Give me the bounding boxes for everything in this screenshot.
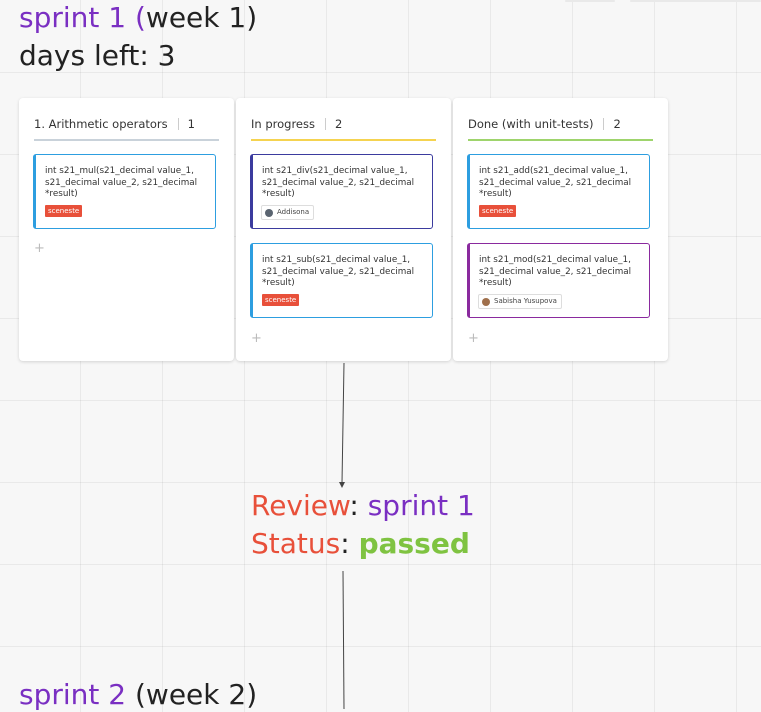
column-header: 1. Arithmetic operators 1 xyxy=(34,109,219,139)
status-colon: : xyxy=(340,527,359,560)
card-assignee[interactable]: Addisona xyxy=(261,205,315,220)
task-card[interactable]: int s21_sub(s21_decimal value_1, s21_dec… xyxy=(250,243,433,318)
kanban-column-in-progress[interactable]: In progress 2 int s21_div(s21_decimal va… xyxy=(236,98,451,361)
review-label: Review xyxy=(251,489,350,522)
column-count: 2 xyxy=(613,117,621,131)
add-card-button[interactable]: + xyxy=(468,332,479,345)
card-tag[interactable]: sceneste xyxy=(479,205,517,217)
task-card[interactable]: int s21_mul(s21_decimal value_1, s21_dec… xyxy=(33,154,216,229)
task-card[interactable]: int s21_mod(s21_decimal value_1, s21_dec… xyxy=(467,243,650,318)
connector-arrowhead xyxy=(339,482,345,488)
column-title: Done (with unit-tests) xyxy=(468,117,594,131)
avatar xyxy=(482,297,490,306)
avatar xyxy=(265,208,273,217)
card-tag[interactable]: sceneste xyxy=(262,294,300,306)
column-title: 1. Arithmetic operators xyxy=(34,117,168,131)
column-count: 2 xyxy=(334,117,343,131)
column-header: In progress 2 xyxy=(251,109,436,139)
review-line: Review: sprint 1 xyxy=(251,489,475,523)
card-assignee[interactable]: Sabisha Yusupova xyxy=(478,294,562,309)
add-card-button[interactable]: + xyxy=(34,242,45,255)
status-label: Status xyxy=(251,527,341,560)
card-text: int s21_sub(s21_decimal value_1, s21_dec… xyxy=(262,255,415,288)
column-title: In progress xyxy=(251,117,315,131)
connector-board-to-review xyxy=(341,362,345,484)
kanban-column-done[interactable]: Done (with unit-tests) 2 int s21_add(s21… xyxy=(453,98,668,361)
review-colon: : xyxy=(349,489,368,522)
column-divider xyxy=(251,139,436,141)
card-tag[interactable]: sceneste xyxy=(45,205,83,217)
card-text: int s21_add(s21_decimal value_1, s21_dec… xyxy=(479,166,632,199)
assignee-name: Sabisha Yusupova xyxy=(494,297,557,305)
task-card[interactable]: int s21_div(s21_decimal value_1, s21_dec… xyxy=(250,154,433,229)
assignee-name: Addisona xyxy=(277,208,310,216)
card-text: int s21_div(s21_decimal value_1, s21_dec… xyxy=(262,166,415,199)
column-divider xyxy=(468,139,653,141)
column-header: Done (with unit-tests) 2 xyxy=(468,109,653,139)
connector-review-to-sprint-2 xyxy=(342,570,345,709)
sprint-2-label: sprint 2 xyxy=(19,678,127,711)
status-value: passed xyxy=(358,527,470,560)
column-count: 1 xyxy=(187,117,195,131)
review-value: sprint 1 xyxy=(367,489,475,522)
card-text: int s21_mod(s21_decimal value_1, s21_dec… xyxy=(479,255,632,288)
sprint-2-heading: sprint 2 (week 2) xyxy=(19,678,257,712)
column-divider xyxy=(34,139,219,141)
sprint-2-week: (week 2) xyxy=(126,678,258,711)
add-card-button[interactable]: + xyxy=(251,332,262,345)
status-line: Status: passed xyxy=(251,527,470,561)
card-text: int s21_mul(s21_decimal value_1, s21_dec… xyxy=(45,166,198,199)
task-card[interactable]: int s21_add(s21_decimal value_1, s21_dec… xyxy=(467,154,650,229)
kanban-column-arithmetic-operators[interactable]: 1. Arithmetic operators 1 int s21_mul(s2… xyxy=(19,98,234,361)
